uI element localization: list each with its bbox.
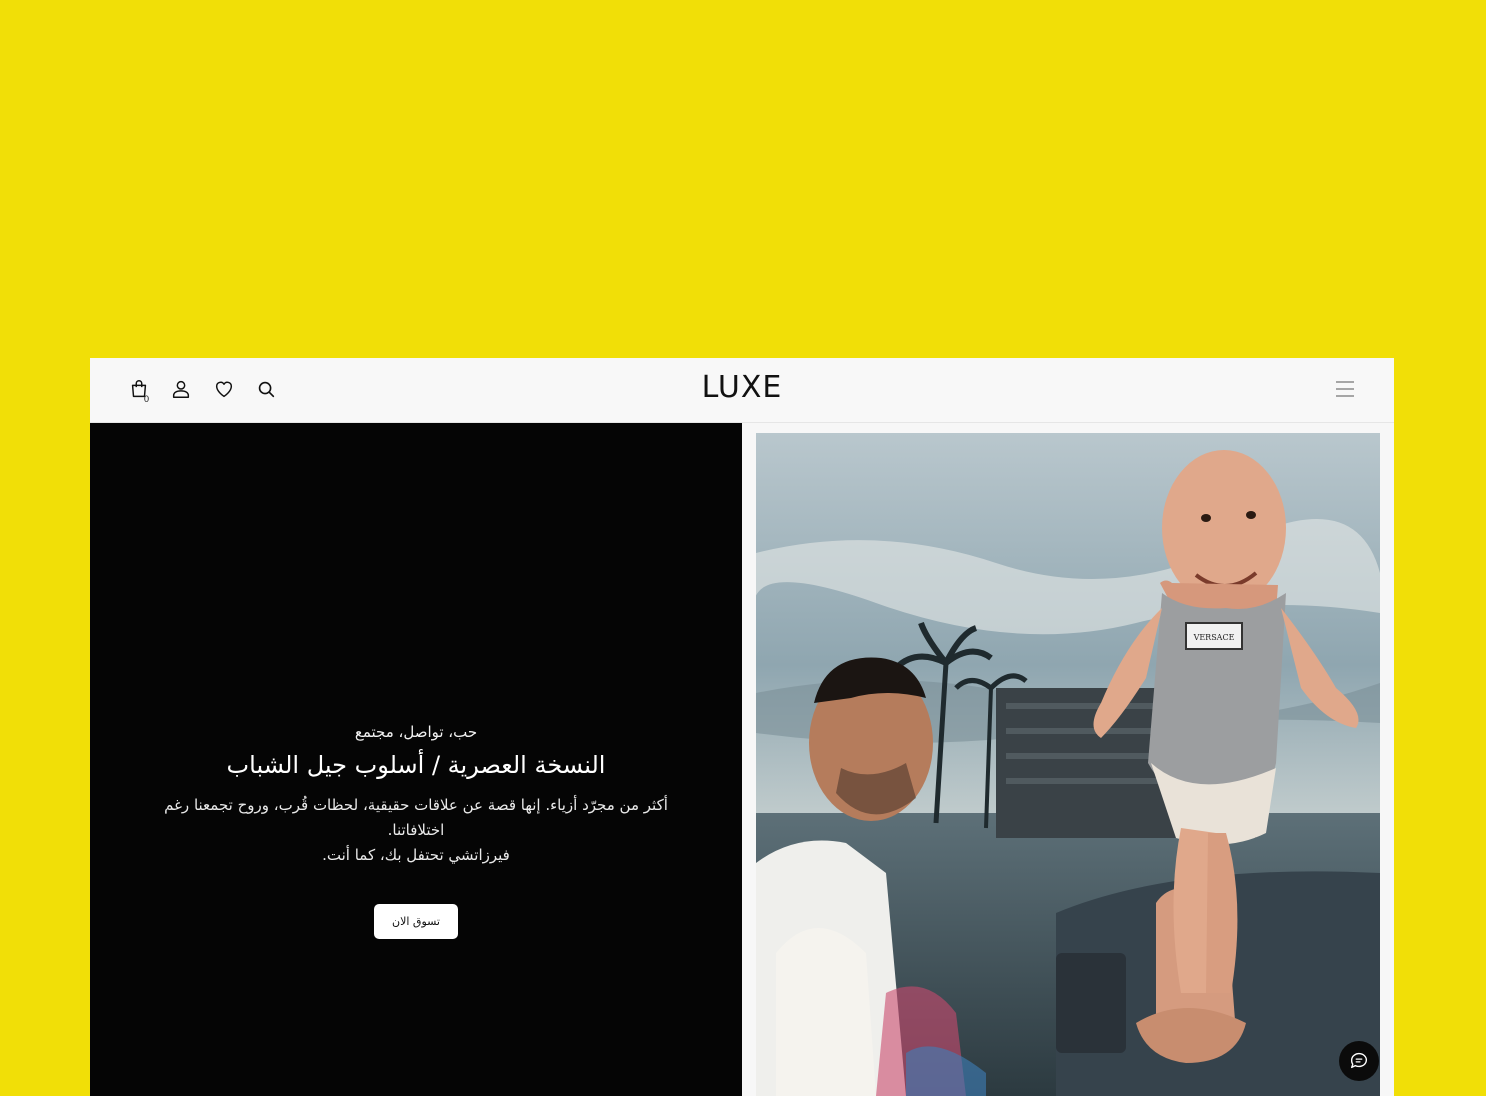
hero-body-line-1: أكثر من مجرّد أزياء. إنها قصة عن علاقات … (164, 796, 668, 839)
hero-headline: النسخة العصرية / أسلوب جيل الشباب (226, 751, 606, 779)
heart-icon (215, 381, 233, 398)
search-icon (258, 381, 275, 398)
site-header: 0 LUXE (90, 358, 1394, 423)
hero-kicker: حب، تواصل، مجتمع (354, 723, 478, 741)
menu-icon (1336, 381, 1354, 397)
hero-copy: حب، تواصل، مجتمع النسخة العصرية / أسلوب … (90, 723, 742, 939)
account-button[interactable] (168, 376, 194, 402)
hero-text-panel: حب، تواصل، مجتمع النسخة العصرية / أسلوب … (90, 423, 742, 1096)
hero-body: أكثر من مجرّد أزياء. إنها قصة عن علاقات … (136, 793, 696, 868)
hero-photo-illustration: VERSACE (756, 433, 1380, 1096)
shirt-label: VERSACE (1193, 633, 1235, 642)
hero-body-line-2: فيرزاتشي تحتفل بك، كما أنت. (322, 846, 510, 864)
cart-count: 0 (144, 394, 150, 404)
menu-button[interactable] (1334, 378, 1356, 400)
search-button[interactable] (253, 376, 279, 402)
wishlist-button[interactable] (211, 376, 237, 402)
hero-image: VERSACE (756, 433, 1380, 1096)
brand-logo-container: LUXE (90, 370, 1394, 405)
shop-now-button[interactable]: تسوق الان (374, 904, 458, 939)
user-icon (172, 380, 190, 398)
browser-frame: 0 LUXE حب، تواصل، مجتمع النسخة العصرية /… (90, 358, 1394, 1096)
brand-logo[interactable]: LUXE (702, 370, 783, 405)
chat-icon (1350, 1052, 1368, 1069)
chat-button[interactable] (1339, 1041, 1379, 1081)
cart-button[interactable]: 0 (126, 376, 152, 404)
